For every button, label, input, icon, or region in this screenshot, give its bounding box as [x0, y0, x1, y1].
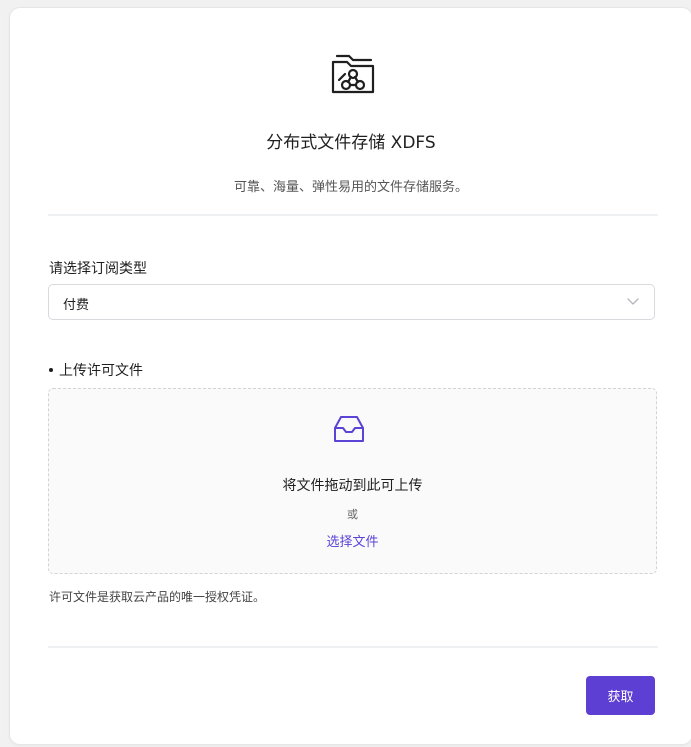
- drop-instruction: 将文件拖动到此可上传: [282, 478, 423, 494]
- license-hint: 许可文件是获取云产品的唯一授权凭证。: [49, 590, 266, 604]
- subscription-type-label: 请选择订阅类型: [49, 261, 147, 277]
- product-subtitle: 可靠、海量、弹性易用的文件存储服务。: [233, 180, 468, 195]
- inbox-icon: [334, 416, 364, 442]
- or-separator: 或: [347, 508, 358, 521]
- divider: [48, 646, 658, 648]
- upload-license-label: 上传许可文件: [49, 360, 143, 380]
- subscription-type-select[interactable]: 付费: [48, 284, 655, 320]
- divider: [48, 214, 658, 216]
- chevron-down-icon: [627, 298, 639, 305]
- get-button[interactable]: 获取: [586, 676, 655, 715]
- upload-dropzone[interactable]: 将文件拖动到此可上传 或 选择文件: [48, 388, 657, 574]
- license-card: 分布式文件存储 XDFS 可靠、海量、弹性易用的文件存储服务。 请选择订阅类型 …: [10, 8, 691, 744]
- subscription-type-value: 付费: [63, 298, 90, 313]
- upload-license-label-text: 上传许可文件: [59, 363, 143, 379]
- choose-file-link[interactable]: 选择文件: [326, 535, 378, 550]
- product-title: 分布式文件存储 XDFS: [266, 133, 436, 153]
- required-marker: [49, 367, 53, 372]
- folder-share-icon: [331, 54, 375, 94]
